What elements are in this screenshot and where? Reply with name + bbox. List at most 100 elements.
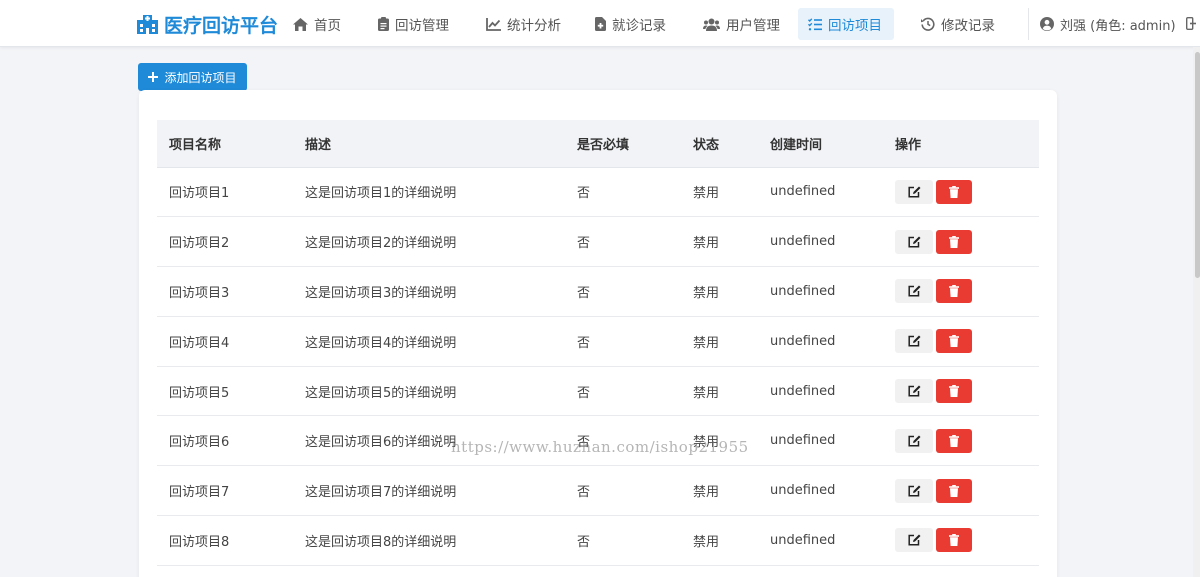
top-navbar: 医疗回访平台 首页 回访管理 统计分析 就诊记录 用户管理 回访项目 修改记录 … bbox=[0, 0, 1200, 47]
edit-button[interactable] bbox=[895, 528, 933, 553]
cell-required: 否 bbox=[565, 266, 681, 317]
nav-label: 修改记录 bbox=[941, 18, 995, 34]
nav-label: 回访项目 bbox=[828, 18, 882, 34]
delete-button[interactable] bbox=[936, 478, 972, 503]
cell-created-time: undefined bbox=[758, 167, 883, 218]
cell-created-time: undefined bbox=[758, 366, 883, 417]
cell-created-time: undefined bbox=[758, 316, 883, 367]
nav-item-visit-records[interactable]: 就诊记录 bbox=[585, 8, 676, 40]
edit-button[interactable] bbox=[895, 329, 933, 354]
nav-item-followup-management[interactable]: 回访管理 bbox=[368, 8, 459, 40]
cell-status: 禁用 bbox=[681, 216, 758, 268]
edit-button[interactable] bbox=[895, 279, 933, 304]
cell-actions bbox=[883, 366, 1039, 417]
row-actions bbox=[895, 179, 1039, 204]
edit-icon bbox=[907, 285, 920, 298]
delete-button[interactable] bbox=[936, 528, 972, 553]
cell-item-name: 回访项目8 bbox=[157, 515, 293, 566]
header-created-time: 创建时间 bbox=[758, 120, 883, 168]
trash-icon bbox=[949, 335, 959, 348]
users-icon bbox=[703, 18, 720, 31]
nav-divider bbox=[1028, 8, 1029, 40]
cell-status: 禁用 bbox=[681, 266, 758, 317]
delete-button[interactable] bbox=[936, 229, 972, 254]
nav-label: 就诊记录 bbox=[612, 18, 666, 34]
delete-button[interactable] bbox=[936, 179, 972, 204]
edit-button[interactable] bbox=[895, 229, 933, 254]
cell-item-name: 回访项目6 bbox=[157, 415, 293, 467]
scrollbar-thumb[interactable] bbox=[1195, 52, 1200, 278]
cell-required: 否 bbox=[565, 465, 681, 517]
table-row: 回访项目1 这是回访项目1的详细说明否禁用 undefined bbox=[157, 167, 1039, 218]
home-icon bbox=[293, 17, 308, 31]
nav-label: 用户管理 bbox=[726, 18, 780, 34]
cell-created-time: undefined bbox=[758, 515, 883, 566]
brand-logo[interactable]: 医疗回访平台 bbox=[137, 11, 278, 37]
cell-required: 否 bbox=[565, 515, 681, 566]
cell-actions bbox=[883, 216, 1039, 268]
table-row: 回访项目5 这是回访项目5的详细说明否禁用 undefined bbox=[157, 366, 1039, 417]
user-circle-icon bbox=[1040, 17, 1054, 31]
hospital-icon bbox=[137, 14, 158, 34]
trash-icon bbox=[949, 484, 959, 497]
brand-title: 医疗回访平台 bbox=[164, 14, 279, 37]
table-header-row: 项目名称 描述 是否必填 状态 创建时间 操作 bbox=[157, 120, 1039, 168]
user-label: 刘强 (角色: admin) bbox=[1060, 18, 1176, 34]
cell-required: 否 bbox=[565, 366, 681, 417]
cell-description: 这是回访项目4的详细说明 bbox=[293, 316, 565, 367]
delete-button[interactable] bbox=[936, 379, 972, 404]
file-medical-icon bbox=[595, 17, 606, 31]
cell-created-time: undefined bbox=[758, 216, 883, 268]
delete-button[interactable] bbox=[936, 428, 972, 453]
watermark: https://www.huzhan.com/ishop21955 bbox=[451, 438, 749, 456]
cell-item-name: 回访项目4 bbox=[157, 316, 293, 367]
row-actions bbox=[895, 329, 1039, 354]
cell-created-time: undefined bbox=[758, 465, 883, 517]
trash-icon bbox=[949, 534, 959, 547]
add-followup-item-button[interactable]: 添加回访项目 bbox=[138, 63, 247, 91]
plus-icon bbox=[148, 72, 159, 82]
cell-description: 这是回访项目3的详细说明 bbox=[293, 266, 565, 317]
cell-description: 这是回访项目8的详细说明 bbox=[293, 515, 565, 566]
cell-actions bbox=[883, 515, 1039, 566]
nav-item-change-log[interactable]: 修改记录 bbox=[911, 8, 1005, 40]
edit-icon bbox=[907, 385, 920, 397]
cell-status: 禁用 bbox=[681, 167, 758, 218]
table-row: 回访项目7 这是回访项目7的详细说明否禁用 undefined bbox=[157, 465, 1039, 517]
cell-actions bbox=[883, 415, 1039, 467]
edit-button[interactable] bbox=[895, 179, 933, 204]
table-row: 回访项目8 这是回访项目8的详细说明否禁用 undefined bbox=[157, 515, 1039, 566]
cell-actions bbox=[883, 316, 1039, 367]
edit-button[interactable] bbox=[895, 478, 933, 503]
nav-item-user-management[interactable]: 用户管理 bbox=[693, 8, 790, 40]
logout-icon[interactable] bbox=[1186, 17, 1196, 30]
edit-button[interactable] bbox=[895, 379, 933, 404]
nav-item-statistics[interactable]: 统计分析 bbox=[476, 8, 571, 40]
trash-icon bbox=[949, 285, 959, 298]
cell-item-name: 回访项目1 bbox=[157, 167, 293, 218]
row-actions bbox=[895, 379, 1039, 404]
trash-icon bbox=[949, 434, 959, 447]
trash-icon bbox=[949, 235, 959, 248]
nav-item-followup-items[interactable]: 回访项目 bbox=[798, 8, 894, 40]
table-row: 回访项目3 这是回访项目3的详细说明否禁用 undefined bbox=[157, 266, 1039, 317]
cell-description: 这是回访项目5的详细说明 bbox=[293, 366, 565, 417]
edit-icon bbox=[907, 485, 920, 497]
cell-created-time: undefined bbox=[758, 415, 883, 467]
nav-label: 统计分析 bbox=[507, 18, 561, 34]
nav-item-home[interactable]: 首页 bbox=[283, 8, 351, 40]
cell-status: 禁用 bbox=[681, 465, 758, 517]
header-required: 是否必填 bbox=[565, 120, 681, 168]
cell-actions bbox=[883, 167, 1039, 218]
delete-button[interactable] bbox=[936, 279, 972, 304]
edit-icon bbox=[907, 435, 920, 447]
clipboard-icon bbox=[378, 17, 389, 31]
edit-icon bbox=[907, 236, 920, 248]
table-body: 回访项目1 这是回访项目1的详细说明否禁用 undefined 回访项目2 这是回访项目… bbox=[157, 167, 1039, 566]
cell-actions bbox=[883, 266, 1039, 317]
add-button-label: 添加回访项目 bbox=[164, 70, 237, 85]
edit-icon bbox=[907, 186, 920, 198]
delete-button[interactable] bbox=[936, 329, 972, 354]
edit-button[interactable] bbox=[895, 428, 933, 453]
user-menu[interactable]: 刘强 (角色: admin) bbox=[1040, 8, 1176, 40]
